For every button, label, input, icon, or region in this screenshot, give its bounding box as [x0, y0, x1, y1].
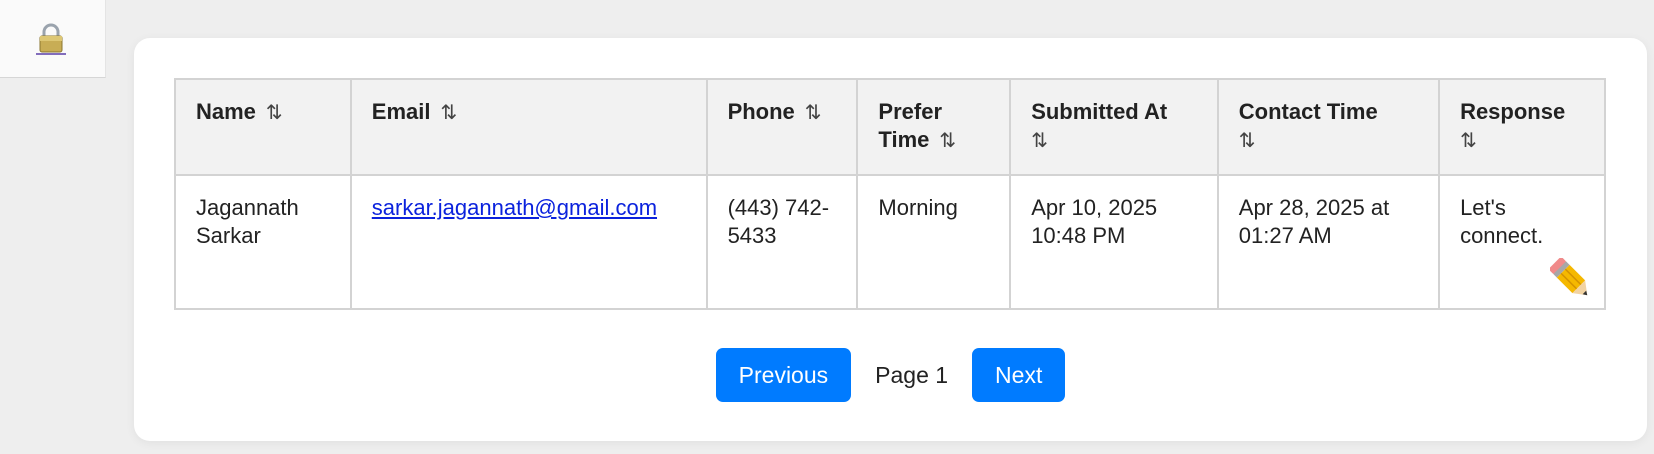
sort-icon[interactable]: ⇅ [1460, 130, 1477, 152]
column-header-label: Submitted At [1031, 99, 1168, 124]
sort-icon[interactable]: ⇅ [1239, 130, 1256, 152]
sort-icon[interactable]: ⇅ [440, 102, 457, 124]
column-header-label: Name [196, 99, 256, 124]
pencil-icon[interactable] [1550, 258, 1592, 300]
submissions-card: Name ⇅ Email ⇅ Phone ⇅ Prefer Time ⇅ Submitt… [134, 38, 1647, 441]
table-header-row: Name ⇅ Email ⇅ Phone ⇅ Prefer Time ⇅ Submitt… [174, 78, 1606, 176]
lock-panel [0, 0, 106, 78]
cell-email: sarkar.jagannath@gmail.com [349, 174, 708, 310]
cell-response: Let's connect. [1438, 174, 1606, 310]
cell-prefer-time: Morning [856, 174, 1012, 310]
column-header-response[interactable]: Response ⇅ [1438, 78, 1606, 176]
submissions-table: Name ⇅ Email ⇅ Phone ⇅ Prefer Time ⇅ Submitt… [174, 78, 1606, 310]
response-text: Let's connect. [1460, 195, 1544, 248]
column-header-label: Prefer Time [878, 99, 943, 152]
column-header-label: Email [371, 99, 431, 124]
cell-contact-time: Apr 28, 2025 at 01:27 AM [1216, 174, 1441, 310]
column-header-label: Contact Time [1238, 99, 1378, 124]
column-header-label: Phone [727, 99, 795, 124]
next-button[interactable]: Next [972, 348, 1066, 402]
cell-submitted-at: Apr 10, 2025 10:48 PM [1009, 174, 1219, 310]
previous-button[interactable]: Previous [715, 348, 852, 402]
sort-icon[interactable]: ⇅ [939, 130, 956, 152]
column-header-prefer-time[interactable]: Prefer Time ⇅ [856, 78, 1012, 176]
column-header-label: Response [1460, 99, 1566, 124]
lock-icon[interactable] [36, 22, 66, 56]
sort-icon[interactable]: ⇅ [1031, 130, 1048, 152]
table-row: Jagannath Sarkar sarkar.jagannath@gmail.… [174, 174, 1606, 310]
column-header-email[interactable]: Email ⇅ [349, 78, 708, 176]
cell-phone: (443) 742-5433 [705, 174, 859, 310]
column-header-name[interactable]: Name ⇅ [174, 78, 352, 176]
cell-name: Jagannath Sarkar [174, 174, 352, 310]
sort-icon[interactable]: ⇅ [805, 102, 822, 124]
email-link[interactable]: sarkar.jagannath@gmail.com [372, 195, 657, 220]
column-header-phone[interactable]: Phone ⇅ [705, 78, 859, 176]
column-header-submitted-at[interactable]: Submitted At ⇅ [1009, 78, 1219, 176]
page-indicator: Page 1 [875, 361, 949, 388]
column-header-contact-time[interactable]: Contact Time ⇅ [1216, 78, 1441, 176]
pagination: Previous Page 1 Next [134, 348, 1647, 402]
sort-icon[interactable]: ⇅ [266, 102, 283, 124]
